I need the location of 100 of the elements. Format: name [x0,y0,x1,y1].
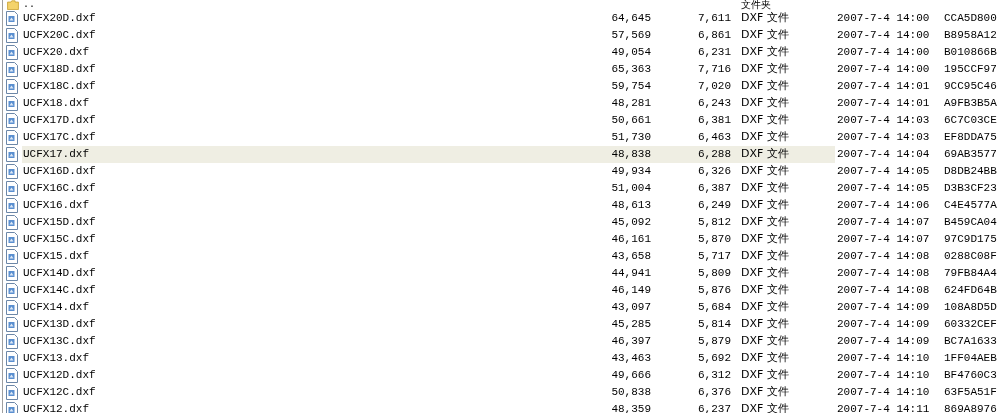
packed-size: 5,879 [697,334,731,350]
file-name: UCFX20C.dxf [22,28,97,44]
file-size: 50,661 [610,113,651,129]
file-type: DXF 文件 [741,96,789,110]
file-size: 48,613 [610,198,651,214]
list-row[interactable]: UCFX16.dxf 48,613 6,249 DXF 文件 [22,197,835,214]
file-size: 43,097 [610,300,651,316]
crc-value: 6C7C03CE [944,113,998,129]
file-size: 43,463 [610,351,651,367]
packed-size: 6,376 [697,385,731,401]
document-icon [6,283,18,298]
packed-size: 5,684 [697,300,731,316]
list-row[interactable]: UCFX18.dxf 48,281 6,243 DXF 文件 [22,95,835,112]
parent-folder-name: .. [22,0,36,10]
file-name: UCFX15D.dxf [22,215,97,231]
crc-value: 97C9D175 [944,232,998,248]
file-size: 49,054 [610,45,651,61]
document-icon [6,164,18,179]
file-name: UCFX12.dxf [22,402,90,413]
list-row[interactable]: UCFX13.dxf 43,463 5,692 DXF 文件 [22,350,835,367]
file-type: DXF 文件 [741,164,789,178]
modified-date: 2007-7-4 14:09 [836,300,931,316]
modified-date: 2007-7-4 14:10 [836,385,931,401]
file-name: UCFX15C.dxf [22,232,97,248]
document-icon [6,334,18,349]
file-name: UCFX12D.dxf [22,368,97,384]
list-row[interactable]: UCFX20D.dxf 64,645 7,611 DXF 文件 [22,10,835,27]
list-row[interactable]: UCFX18D.dxf 65,363 7,716 DXF 文件 [22,61,835,78]
file-type: DXF 文件 [741,198,789,212]
document-icon [6,96,18,111]
file-size: 48,838 [610,147,651,163]
list-row[interactable]: UCFX15D.dxf 45,092 5,812 DXF 文件 [22,214,835,231]
file-size: 49,934 [610,164,651,180]
list-row[interactable]: UCFX15.dxf 43,658 5,717 DXF 文件 [22,248,835,265]
list-row[interactable]: UCFX12C.dxf 50,838 6,376 DXF 文件 [22,384,835,401]
file-type: DXF 文件 [741,283,789,297]
modified-date: 2007-7-4 14:00 [836,28,931,44]
file-name: UCFX18.dxf [22,96,90,112]
file-size: 46,161 [610,232,651,248]
document-icon [6,368,18,383]
list-row[interactable]: UCFX20C.dxf 57,569 6,861 DXF 文件 [22,27,835,44]
list-row[interactable]: UCFX14.dxf 43,097 5,684 DXF 文件 [22,299,835,316]
file-type: DXF 文件 [741,79,789,93]
file-name: UCFX15.dxf [22,249,90,265]
list-row[interactable]: UCFX20.dxf 49,054 6,231 DXF 文件 [22,44,835,61]
modified-date: 2007-7-4 14:03 [836,130,931,146]
crc-value: D3B3CF23 [944,181,998,197]
list-row[interactable]: UCFX17C.dxf 51,730 6,463 DXF 文件 [22,129,835,146]
list-row[interactable]: UCFX12D.dxf 49,666 6,312 DXF 文件 [22,367,835,384]
document-icon [6,402,18,413]
file-name: UCFX16D.dxf [22,164,97,180]
modified-date: 2007-7-4 14:00 [836,62,931,78]
modified-date: 2007-7-4 14:09 [836,317,931,333]
crc-value: A9FB3B5A [944,96,998,112]
document-icon [6,79,18,94]
file-name: UCFX13.dxf [22,351,90,367]
file-type: DXF 文件 [741,368,789,382]
crc-value: BF4760C3 [944,368,998,384]
crc-value: 60332CEF [944,317,998,333]
crc-value: B010866B [944,45,998,61]
modified-date: 2007-7-4 14:07 [836,232,931,248]
packed-size: 6,381 [697,113,731,129]
crc-value: 624FD64B [944,283,998,299]
file-type: DXF 文件 [741,266,789,280]
list-row[interactable]: UCFX13D.dxf 45,285 5,814 DXF 文件 [22,316,835,333]
list-row[interactable]: UCFX16D.dxf 49,934 6,326 DXF 文件 [22,163,835,180]
list-row[interactable]: UCFX16C.dxf 51,004 6,387 DXF 文件 [22,180,835,197]
document-icon [6,351,18,366]
list-row[interactable]: UCFX14D.dxf 44,941 5,809 DXF 文件 [22,265,835,282]
modified-date: 2007-7-4 14:00 [836,11,931,27]
file-type: DXF 文件 [741,28,789,42]
document-icon [6,113,18,128]
document-icon [6,300,18,315]
file-size: 64,645 [610,11,651,27]
file-name: UCFX14.dxf [22,300,90,316]
file-type: DXF 文件 [741,402,789,413]
document-icon [6,385,18,400]
crc-value: 79FB84A4 [944,266,998,282]
list-row[interactable]: UCFX15C.dxf 46,161 5,870 DXF 文件 [22,231,835,248]
list-row[interactable]: UCFX18C.dxf 59,754 7,020 DXF 文件 [22,78,835,95]
packed-size: 7,716 [697,62,731,78]
file-type: DXF 文件 [741,249,789,263]
document-icon [6,147,18,162]
document-icon [6,317,18,332]
file-name: UCFX20.dxf [22,45,90,61]
list-row[interactable]: UCFX14C.dxf 46,149 5,876 DXF 文件 [22,282,835,299]
file-size: 43,658 [610,249,651,265]
modified-date: 2007-7-4 14:10 [836,368,931,384]
packed-size: 5,812 [697,215,731,231]
file-type: DXF 文件 [741,300,789,314]
crc-value: 869A8976 [944,402,998,413]
packed-size: 6,387 [697,181,731,197]
file-name: UCFX14D.dxf [22,266,97,282]
packed-size: 5,717 [697,249,731,265]
list-row[interactable]: UCFX13C.dxf 46,397 5,879 DXF 文件 [22,333,835,350]
packed-size: 6,326 [697,164,731,180]
list-row[interactable]: UCFX17D.dxf 50,661 6,381 DXF 文件 [22,112,835,129]
modified-date: 2007-7-4 14:01 [836,79,931,95]
list-row[interactable]: UCFX17.dxf 48,838 6,288 DXF 文件 [22,146,835,163]
document-icon [6,28,18,43]
